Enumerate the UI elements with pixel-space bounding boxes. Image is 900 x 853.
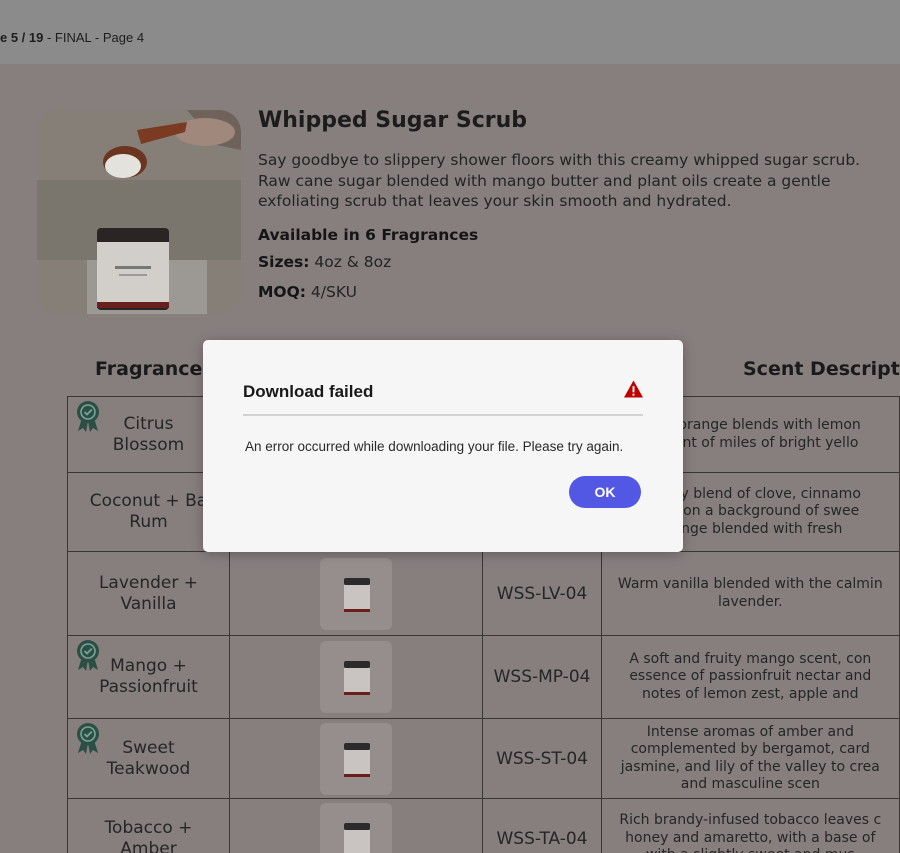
fragrances-header: Fragrances (95, 358, 214, 380)
product-image-cell (228, 798, 484, 853)
product-image-cell (228, 635, 484, 719)
fragrance-row: Sweet Teakwood WSS-ST-04 Intense aromas of … (67, 718, 900, 799)
fragrance-name-cell: Lavender + Vanilla (67, 551, 230, 636)
sku-cell: WSS-LV-04 (482, 551, 602, 636)
fragrance-name-line: Amber (120, 838, 177, 853)
fragrance-name-cell: Tobacco + Amber (67, 798, 230, 853)
moq-label: MOQ: (258, 283, 306, 301)
download-failed-dialog: Download failed An error occurred while … (203, 340, 683, 552)
fragrance-name-line: Passionfruit (99, 677, 198, 697)
dialog-message: An error occurred while downloading your… (245, 439, 624, 454)
ok-button[interactable]: OK (569, 476, 641, 508)
fragrance-name-line: Teakwood (106, 758, 191, 779)
fragrance-count: Available in 6 Fragrances (258, 226, 479, 244)
product-title: Whipped Sugar Scrub (258, 108, 528, 133)
moq-value: 4/SKU (305, 283, 357, 301)
scent-description-line: essence of passionfruit nectar and (629, 668, 872, 685)
scent-description-line: A soft and fruity mango scent, con (629, 650, 872, 667)
fragrance-name-cell: Mango + Passionfruit (67, 635, 230, 719)
sizes-line: Sizes: 4oz & 8oz (258, 253, 391, 271)
dialog-divider (243, 414, 643, 416)
scent-description-line: and masculine scen (680, 776, 820, 792)
scent-description-line: honey and amaretto, with a base of (625, 829, 876, 846)
product-photo (37, 110, 241, 314)
dialog-title: Download failed (243, 382, 374, 401)
fragrance-row: Lavender + Vanilla WSS-LV-04 Warm vanilla b… (67, 551, 900, 636)
moq-line: MOQ: 4/SKU (258, 283, 357, 301)
document-name: - FINAL - Page 4 (43, 30, 145, 45)
scent-description-line: Warm vanilla blended with the calmin (617, 576, 883, 592)
product-jar-thumbnail (320, 557, 393, 630)
sizes-label: Sizes: (258, 253, 310, 271)
fragrance-name-line: Tobacco + (104, 817, 193, 838)
scent-description-line: notes of lemon zest, apple and (642, 685, 859, 702)
product-jar-thumbnail (320, 641, 393, 713)
product-jar-thumbnail (320, 722, 393, 795)
sizes-value: 4oz & 8oz (309, 253, 392, 271)
sku-cell: WSS-ST-04 (482, 718, 602, 799)
award-ribbon-icon (77, 723, 99, 754)
award-ribbon-icon (77, 401, 99, 432)
fragrance-name-cell: Sweet Teakwood (67, 718, 230, 799)
fragrance-row: Tobacco + Amber WSS-TA-04 Rich brandy-infus… (67, 798, 900, 853)
scent-description-line: complemented by bergamot, card (630, 741, 870, 757)
scent-description-cell: A soft and fruity mango scent, con essenc… (600, 635, 900, 719)
scent-description-line: jasmine, and lily of the valley to crea (620, 758, 880, 775)
document-breadcrumb: e 5 / 19 - FINAL - Page 4 (0, 30, 144, 45)
fragrance-row: Mango + Passionfruit WSS-MP-04 A soft and f… (67, 635, 900, 719)
fragrance-name-line: Lavender + (98, 572, 199, 593)
scent-description-cell: Intense aromas of amber and complemented … (600, 718, 900, 799)
product-image-cell (228, 718, 484, 799)
scent-description-line: Intense aromas of amber and (646, 723, 854, 740)
sku-cell: WSS-MP-04 (482, 635, 602, 719)
fragrance-name-line: Vanilla (120, 593, 177, 614)
product-description: Say goodbye to slippery shower floors wi… (258, 151, 861, 210)
scent-description-cell: Warm vanilla blended with the calmin lave… (600, 551, 900, 636)
scent-description-line: lavender. (717, 593, 783, 610)
sku-cell: WSS-TA-04 (482, 798, 602, 853)
scent-description-line: with a slightly sweet and mus (602, 847, 898, 853)
product-image-cell (228, 551, 484, 636)
scent-description-line: Rich brandy-infused tobacco leaves c (619, 812, 882, 829)
warning-triangle-icon (624, 380, 643, 398)
document-toolbar: e 5 / 19 - FINAL - Page 4 (0, 0, 900, 64)
page-count: e 5 / 19 (0, 30, 44, 45)
scent-description-cell: Rich brandy-infused tobacco leaves c hone… (600, 798, 900, 853)
scent-description-header: Scent Descriptio (743, 358, 900, 380)
award-ribbon-icon (77, 640, 99, 671)
product-jar-thumbnail (320, 802, 393, 853)
